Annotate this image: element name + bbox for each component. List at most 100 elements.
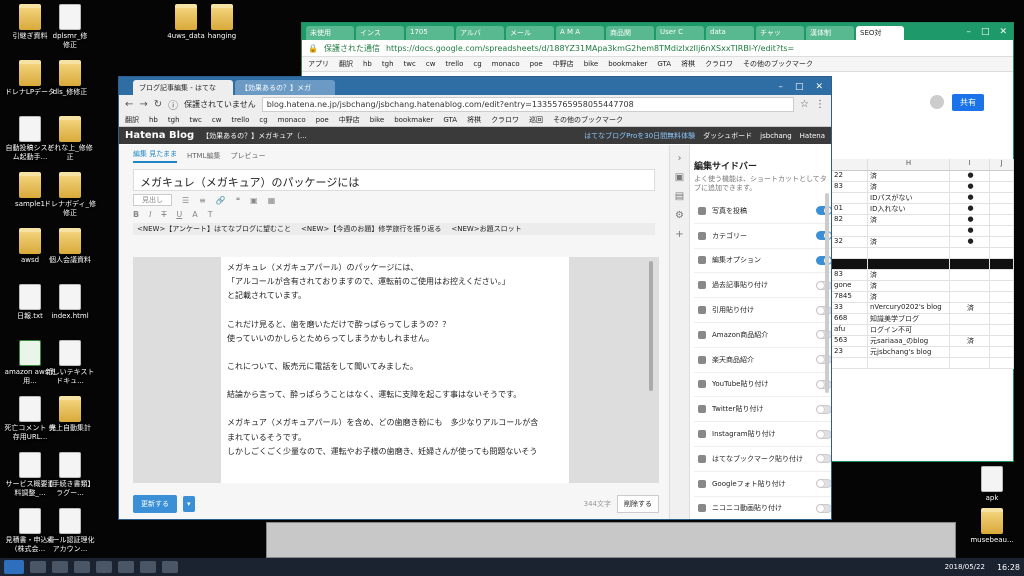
- pro-trial-link[interactable]: はてなブログProを30日間無料体験: [584, 131, 695, 141]
- font-size-icon[interactable]: T: [208, 210, 213, 219]
- table-cell[interactable]: 668: [832, 314, 868, 324]
- taskbar-app[interactable]: [140, 561, 156, 573]
- column-header-cell[interactable]: I: [950, 159, 990, 170]
- desktop-icon-hanging[interactable]: hanging: [196, 4, 248, 41]
- close-icon[interactable]: ✕: [999, 27, 1007, 37]
- bookmark-item[interactable]: 翻訳: [125, 115, 139, 125]
- browser-tab[interactable]: 商品関: [606, 26, 654, 40]
- desktop-icon[interactable]: どれな上_修修正: [44, 116, 96, 162]
- reload-icon[interactable]: ↻: [154, 99, 162, 110]
- background-window[interactable]: [266, 522, 956, 558]
- table-cell[interactable]: [868, 226, 950, 236]
- start-button[interactable]: [4, 560, 24, 574]
- strike-icon[interactable]: T: [161, 210, 166, 219]
- table-cell[interactable]: 済: [868, 281, 950, 291]
- table-icon[interactable]: ▦: [268, 196, 276, 205]
- numbered-list-icon[interactable]: ≡: [199, 196, 206, 205]
- underline-icon[interactable]: U: [176, 210, 182, 219]
- menu-icon[interactable]: ⋮: [815, 99, 825, 110]
- table-cell[interactable]: 22: [832, 171, 868, 181]
- toggle-switch[interactable]: [816, 206, 831, 216]
- star-icon[interactable]: ☆: [800, 99, 809, 110]
- table-cell[interactable]: [868, 358, 950, 368]
- tab-preview[interactable]: プレビュー: [231, 151, 266, 161]
- notice-item[interactable]: <NEW>【今週のお題】修学旅行を振り返る: [301, 224, 441, 234]
- bookmark-item[interactable]: hb: [363, 60, 372, 68]
- taskbar-app[interactable]: [118, 561, 134, 573]
- back-icon[interactable]: ←: [125, 99, 133, 110]
- table-row[interactable]: afu ログイン不可: [832, 325, 1014, 336]
- browser-tab[interactable]: メール: [506, 26, 554, 40]
- minimize-icon[interactable]: –: [778, 82, 783, 92]
- table-cell[interactable]: 済: [868, 182, 950, 192]
- user-menu[interactable]: jsbchang: [760, 132, 792, 140]
- table-cell[interactable]: [990, 292, 1014, 302]
- body-paragraph[interactable]: メガキュア（メガキュアパール）を含め、どの歯磨き粉にも 多少なりアルコールが含: [227, 416, 563, 430]
- table-cell[interactable]: 済: [868, 292, 950, 302]
- table-cell[interactable]: [950, 325, 990, 335]
- sidebar-item[interactable]: カテゴリー: [694, 224, 831, 249]
- body-paragraph[interactable]: と記載されています。: [227, 289, 563, 303]
- bookmark-item[interactable]: bike: [370, 116, 385, 124]
- table-cell[interactable]: ●: [950, 215, 990, 225]
- table-cell[interactable]: 済: [868, 270, 950, 280]
- toggle-switch[interactable]: [816, 379, 831, 389]
- table-row[interactable]: 668 知識美学ブログ: [832, 314, 1014, 325]
- body-paragraph[interactable]: 結論から言って、酔っぱらうことはなく、運転に支障を起こす事はないそうです。: [227, 388, 563, 402]
- table-cell[interactable]: [990, 281, 1014, 291]
- tab-blog-edit[interactable]: ブログ記事編集 - はてな: [133, 80, 233, 95]
- body-paragraph[interactable]: しかしごくごく少量なので、運転やお子様の歯磨き、妊婦さんが使っても問題ないそう: [227, 445, 563, 459]
- table-cell[interactable]: 563: [832, 336, 868, 346]
- column-header-cell[interactable]: [832, 159, 868, 170]
- desktop-icon-apk[interactable]: apk: [966, 466, 1018, 503]
- bookmark-item[interactable]: trello: [231, 116, 249, 124]
- bookmark-item[interactable]: bookmaker: [394, 116, 433, 124]
- bookmark-item[interactable]: bike: [584, 60, 599, 68]
- table-cell[interactable]: IDパスがない: [868, 193, 950, 203]
- sheet-grid[interactable]: HIJ 22 済 ● 83 済 ● IDパスがない ● 01 ID入れない ● 82 済 ● ● 32 済 ● 83…: [832, 159, 1014, 369]
- tab-article[interactable]: 【効果あるの？】メガ: [235, 80, 335, 95]
- bookmark-item[interactable]: twc: [404, 60, 416, 68]
- table-cell[interactable]: afu: [832, 325, 868, 335]
- table-cell[interactable]: [990, 171, 1014, 181]
- table-row[interactable]: 7845 済: [832, 292, 1014, 303]
- table-cell[interactable]: [990, 248, 1014, 258]
- desktop-icon[interactable]: 個人会議資料: [44, 228, 96, 265]
- share-button[interactable]: 共有: [952, 93, 984, 111]
- bookmark-item[interactable]: 翻訳: [339, 59, 353, 69]
- toggle-switch[interactable]: [816, 479, 831, 489]
- table-cell[interactable]: [990, 270, 1014, 280]
- forward-icon[interactable]: →: [139, 99, 147, 110]
- table-cell[interactable]: [832, 259, 868, 269]
- body-paragraph[interactable]: [227, 346, 563, 360]
- quote-icon[interactable]: ❝: [236, 196, 240, 205]
- bookmark-item[interactable]: hb: [149, 116, 158, 124]
- bookmark-item[interactable]: cg: [473, 60, 481, 68]
- minimize-icon[interactable]: –: [966, 27, 971, 37]
- browser-tab[interactable]: User C: [656, 26, 704, 40]
- bookmark-item[interactable]: その他のブックマーク: [553, 115, 623, 125]
- sidebar-item[interactable]: 楽天商品紹介: [694, 348, 831, 373]
- table-cell[interactable]: nVercury0202's blog: [868, 303, 950, 313]
- desktop-icon[interactable]: 売上自動集計: [44, 396, 96, 433]
- sidebar-item[interactable]: 写真を投稿: [694, 199, 831, 224]
- table-row[interactable]: 32 済 ●: [832, 237, 1014, 248]
- bookmark-item[interactable]: アプリ: [308, 59, 329, 69]
- body-paragraph[interactable]: これについて、販売元に電話をして聞いてみました。: [227, 360, 563, 374]
- table-cell[interactable]: [990, 336, 1014, 346]
- table-cell[interactable]: 済: [868, 237, 950, 247]
- bookmark-item[interactable]: GTA: [657, 60, 671, 68]
- table-row[interactable]: 83 済: [832, 270, 1014, 281]
- toggle-switch[interactable]: [816, 404, 831, 414]
- toggle-switch[interactable]: [816, 355, 831, 365]
- bookmark-item[interactable]: GTA: [443, 116, 457, 124]
- bookmark-item[interactable]: poe: [316, 116, 329, 124]
- column-header-cell[interactable]: H: [868, 159, 950, 170]
- body-paragraph[interactable]: [227, 374, 563, 388]
- sidebar-item[interactable]: Googleフォト貼り付け: [694, 472, 831, 497]
- table-cell[interactable]: gone: [832, 281, 868, 291]
- table-cell[interactable]: 元sariaaa_のblog: [868, 336, 950, 346]
- table-row[interactable]: [832, 358, 1014, 369]
- toggle-switch[interactable]: [816, 231, 831, 241]
- body-paragraph[interactable]: メガキュレ（メガキュアパール）のパッケージには、: [227, 261, 563, 275]
